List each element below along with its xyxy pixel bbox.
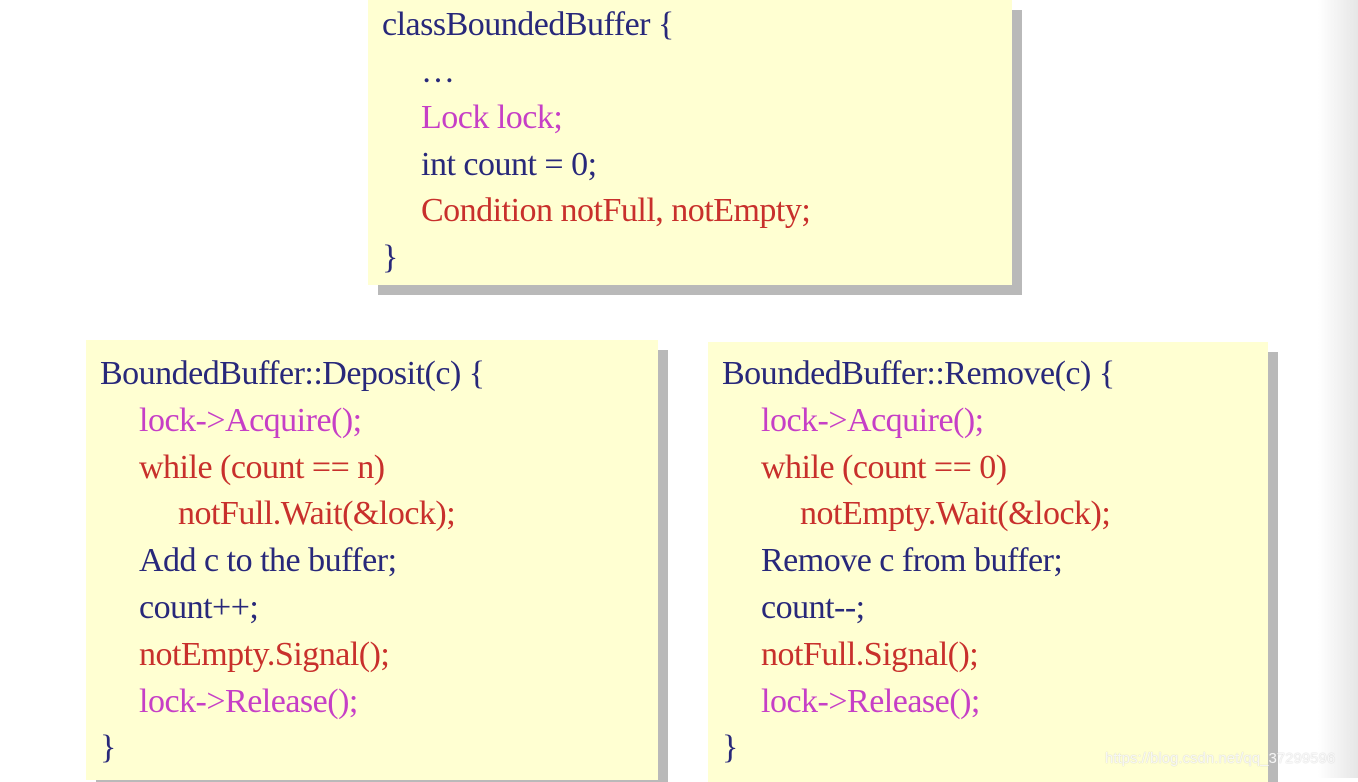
code-line: lock->Release(); <box>761 682 980 720</box>
code-line: int count = 0; <box>421 145 597 183</box>
code-line: while (count == n) <box>139 448 385 486</box>
code-line: BoundedBuffer::Remove(c) { <box>722 355 1115 392</box>
code-line: } <box>382 239 398 276</box>
code-line: notFull.Signal(); <box>761 635 979 673</box>
code-line: count++; <box>139 589 259 626</box>
code-line: notFull.Wait(&lock); <box>178 495 456 533</box>
code-line: lock->Acquire(); <box>761 401 984 439</box>
remove-method-box: BoundedBuffer::Remove(c) {lock->Acquire(… <box>708 342 1268 782</box>
class-definition-box: classBoundedBuffer { … Lock lock; int count… <box>368 0 1012 285</box>
deposit-method-box: BoundedBuffer::Deposit(c) {lock->Acquire… <box>86 340 658 780</box>
code-line: Add c to the buffer; <box>139 542 397 580</box>
code-line: Remove c from buffer; <box>761 542 1063 580</box>
code-line: Condition notFull, notEmpty; <box>421 192 811 230</box>
code-line: notEmpty.Wait(&lock); <box>800 495 1111 533</box>
code-line: count--; <box>761 589 865 626</box>
code-line: lock->Acquire(); <box>139 401 362 439</box>
code-line: Lock lock; <box>421 99 563 137</box>
code-line: } <box>100 729 116 767</box>
code-line: lock->Release(); <box>139 682 358 720</box>
code-line: classBoundedBuffer { <box>382 6 674 43</box>
watermark: https://blog.csdn.net/qq_37299596 <box>1105 750 1336 767</box>
code-line: notEmpty.Signal(); <box>139 635 390 673</box>
code-line: while (count == 0) <box>761 448 1007 486</box>
code-line: BoundedBuffer::Deposit(c) { <box>100 355 485 392</box>
right-edge-shade <box>1318 0 1358 778</box>
code-line: … <box>421 52 455 90</box>
code-line: } <box>722 729 738 767</box>
